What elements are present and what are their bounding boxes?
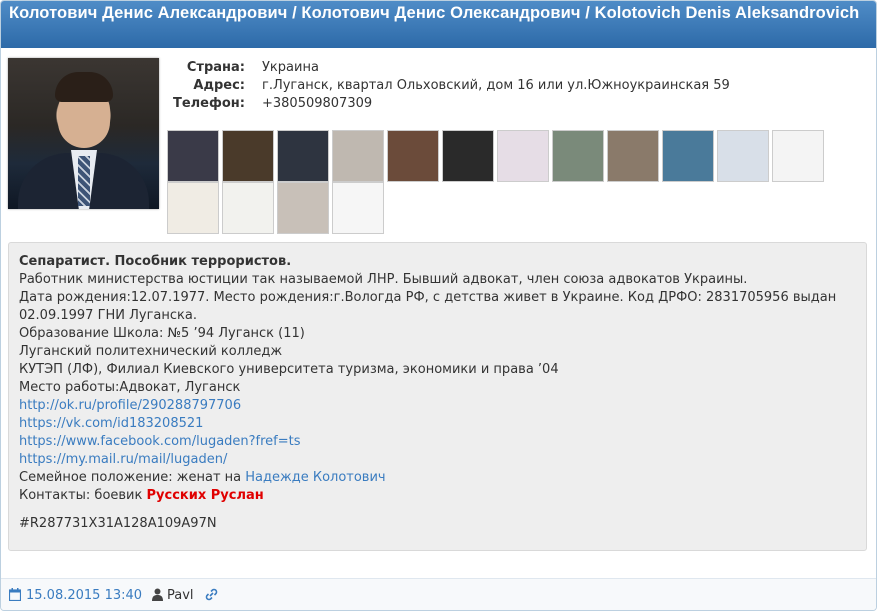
page-title: Колотович Денис Александрович / Колотови… xyxy=(9,4,860,22)
record-panel: Колотович Денис Александрович / Колотови… xyxy=(0,0,877,611)
thumbnail-text-document[interactable] xyxy=(772,130,824,182)
profile-info: Страна: Украина Адрес: г.Луганск, квартал … xyxy=(169,59,730,113)
thumbnail-news-screenshot[interactable] xyxy=(662,130,714,182)
permalink-icon[interactable] xyxy=(205,588,218,606)
field-value: г.Луганск, квартал Ольховский, дом 16 ил… xyxy=(262,78,730,93)
link-ok[interactable]: http://ok.ru/profile/290288797706 xyxy=(19,398,241,413)
thumbnail-profile-page[interactable] xyxy=(717,130,769,182)
headline: Сепаратист. Пособник террористов. xyxy=(19,254,292,269)
description-line: Работник министерства юстиции так называ… xyxy=(19,272,748,287)
user-icon xyxy=(152,588,163,606)
link-contact[interactable]: Русских Руслан xyxy=(147,488,264,503)
description-line: Образование Школа: №5 ’94 Луганск (11) xyxy=(19,326,305,341)
thumbnail-photo-2[interactable] xyxy=(222,130,274,182)
photo-tie xyxy=(78,156,90,206)
link-facebook[interactable]: https://www.facebook.com/lugaden?fref=ts xyxy=(19,434,301,449)
record-hash: #R287731X31A128A109A97N xyxy=(19,516,217,531)
description-line: Дата рождения:12.07.1977. Место рождения… xyxy=(19,290,837,305)
photo-hair xyxy=(55,72,113,102)
thumbnail-people-photo[interactable] xyxy=(607,130,659,182)
description-line: КУТЭП (ЛФ), Филиал Киевского университет… xyxy=(19,362,559,377)
panel-header: Колотович Денис Александрович / Колотови… xyxy=(1,1,876,48)
link-vk[interactable]: https://vk.com/id183208521 xyxy=(19,416,203,431)
thumbnail-document-scan[interactable] xyxy=(332,130,384,182)
thumbnail-photo-3[interactable] xyxy=(277,130,329,182)
field-value: Украина xyxy=(262,60,319,75)
field-value: +380509807309 xyxy=(262,96,373,111)
description-content: Сепаратист. Пособник террористов. Работн… xyxy=(19,253,849,533)
description-line: Луганский политехнический колледж xyxy=(19,344,283,359)
description-box: Сепаратист. Пособник террористов. Работн… xyxy=(8,242,867,551)
thumbnail-web-page[interactable] xyxy=(167,182,219,234)
panel-footer: 15.08.2015 13:40 Pavl xyxy=(1,578,876,610)
thumbnail-meeting-photo[interactable] xyxy=(277,182,329,234)
field-label: Страна: xyxy=(186,60,245,75)
author-name: Pavl xyxy=(167,588,194,603)
field-phone: Телефон: +380509807309 xyxy=(169,95,730,113)
field-label: Телефон: xyxy=(172,96,245,111)
post-date-link[interactable]: 15.08.2015 13:40 xyxy=(26,588,142,604)
calendar-icon xyxy=(8,588,22,606)
thumbnail-photo-1[interactable] xyxy=(167,130,219,182)
thumbnail-site-screenshot[interactable] xyxy=(332,182,384,234)
thumbnail-group-photo[interactable] xyxy=(552,130,604,182)
link-wife[interactable]: Надежде Колотович xyxy=(245,470,385,485)
field-label: Адрес: xyxy=(193,78,245,93)
thumbnail-tv-screenshot[interactable] xyxy=(442,130,494,182)
family-prefix: Семейное положение: женат на xyxy=(19,470,246,485)
profile-photo[interactable] xyxy=(8,58,159,209)
link-mailru[interactable]: https://my.mail.ru/mail/lugaden/ xyxy=(19,452,227,467)
field-country: Страна: Украина xyxy=(169,59,730,77)
family-line: Семейное положение: женат на Надежде Кол… xyxy=(19,469,849,487)
thumbnail-text-snippet[interactable] xyxy=(222,182,274,234)
description-line: Место работы:Адвокат, Луганск xyxy=(19,380,241,395)
thumbnail-social-post[interactable] xyxy=(497,130,549,182)
field-address: Адрес: г.Луганск, квартал Ольховский, дом… xyxy=(169,77,730,95)
description-line: 02.09.1997 ГНИ Луганска. xyxy=(19,308,197,323)
thumbnail-news-photo[interactable] xyxy=(387,130,439,182)
contacts-line: Контакты: боевик Русских Руслан xyxy=(19,487,849,505)
contacts-prefix: Контакты: боевик xyxy=(19,488,147,503)
